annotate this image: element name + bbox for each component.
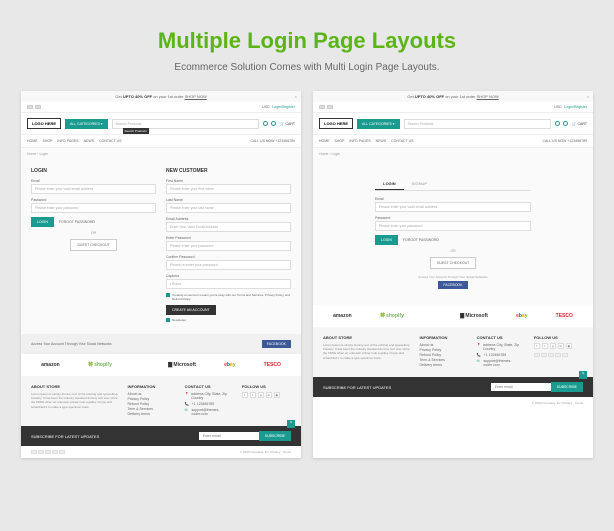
close-icon[interactable]: × (587, 94, 589, 99)
footer-link[interactable]: About us (420, 343, 469, 347)
twitter-icon[interactable]: t (250, 392, 256, 398)
breadcrumb: Home › Login (313, 148, 593, 160)
linkedin-icon[interactable]: in (558, 343, 564, 349)
categories-button[interactable]: ALL CATEGORIES ▾ (357, 119, 400, 129)
facebook-icon[interactable]: f (534, 343, 540, 349)
scroll-top-button[interactable]: ^ (287, 420, 295, 428)
linkedin-icon[interactable]: in (266, 392, 272, 398)
language-flags[interactable] (27, 105, 41, 109)
footer-link[interactable]: Refund Policy (128, 402, 177, 406)
footer-link[interactable]: Privacy Policy (128, 397, 177, 401)
forgot-link[interactable]: FORGOT PASSWORD (59, 220, 95, 224)
lastname-field[interactable]: Please enter your last name (166, 203, 291, 213)
cart-button[interactable]: 🛒 CART (572, 122, 587, 126)
email-field[interactable]: Please enter your valid email address (31, 184, 156, 194)
footer-link[interactable]: Privacy Policy (420, 348, 469, 352)
brand-logos: amazon 🍀shopify ▇ Microsoft ebay TESCO (313, 305, 593, 327)
compare-icon[interactable] (263, 121, 268, 126)
cart-button[interactable]: 🛒 CART (280, 122, 295, 126)
footer-link[interactable]: About us (128, 392, 177, 396)
subscribe-button[interactable]: SUBSCRIBE (259, 431, 291, 441)
breadcrumb: Home › Login (21, 148, 301, 160)
captcha-field[interactable]: I Robot (166, 279, 291, 289)
location-icon: 📍 (185, 392, 189, 400)
main-nav[interactable]: HOMESHOPINFO PAGESNEWSCONTACT US (319, 139, 414, 143)
footer-link[interactable]: Delivery terms (128, 412, 177, 416)
newsletter-checkbox[interactable] (166, 318, 170, 322)
page-subtitle: Ecommerce Solution Comes with Multi Logi… (20, 62, 594, 73)
password-field[interactable]: Please enter your password (31, 203, 156, 213)
phone-icon: 📞 (185, 402, 190, 406)
location-icon: 📍 (477, 343, 481, 351)
subscribe-input[interactable] (491, 383, 551, 391)
login-button[interactable]: LOGIN (375, 235, 398, 245)
categories-button[interactable]: ALL CATEGORIES ▾ (65, 119, 108, 129)
login-title: LOGIN (31, 168, 156, 174)
cpw-field[interactable]: Please re-enter your password (166, 260, 291, 270)
firstname-field[interactable]: Please enter your first name (166, 184, 291, 194)
phone-icon: 📞 (477, 353, 482, 357)
email-icon: ✉ (477, 359, 482, 367)
email-icon: ✉ (185, 408, 190, 416)
agree-checkbox[interactable] (166, 293, 170, 297)
promo-bar: Get UPTO 40% OFF on your 1st order SHOP … (313, 91, 593, 102)
login-button[interactable]: LOGIN (31, 217, 54, 227)
google-icon[interactable]: g (550, 343, 556, 349)
tab-login[interactable]: LOGIN (375, 178, 404, 190)
pw-signup-field[interactable]: Please enter your password (166, 241, 291, 251)
subscribe-title: SUBSCRIBE FOR LATEST UPDATES (323, 385, 391, 390)
search-input[interactable]: Search ProductsSearch Products (112, 119, 260, 129)
scroll-top-button[interactable]: ^ (579, 371, 587, 379)
social-text: Access Your Account Through Your Social … (31, 342, 112, 346)
wishlist-icon[interactable] (271, 121, 276, 126)
brand-logos: amazon 🍀shopify ▇ Microsoft ebay TESCO (21, 354, 301, 376)
subscribe-title: SUBSCRIBE FOR LATEST UPDATES (31, 434, 99, 439)
password-field[interactable]: Please enter your password (375, 221, 531, 231)
compare-icon[interactable] (555, 121, 560, 126)
instagram-icon[interactable]: ◉ (566, 343, 572, 349)
main-nav[interactable]: HOMESHOPINFO PAGESNEWSCONTACT US (27, 139, 122, 143)
guest-button[interactable]: GUEST CHECKOUT (70, 239, 117, 251)
language-flags[interactable] (319, 105, 333, 109)
signup-title: NEW CUSTOMER (166, 168, 291, 174)
logo[interactable]: LOGO HERE (27, 118, 61, 129)
layout-preview-1: Get UPTO 40% OFF on your 1st order SHOP … (21, 91, 301, 458)
guest-button[interactable]: GUEST CHECKOUT (430, 257, 477, 269)
tab-signup[interactable]: SIGNUP (404, 178, 435, 190)
login-register-link[interactable]: Login/Register (272, 105, 295, 109)
subscribe-input[interactable] (199, 432, 259, 440)
twitter-icon[interactable]: t (542, 343, 548, 349)
forgot-link[interactable]: FORGOT PASSWORD (403, 238, 439, 242)
page-title: Multiple Login Page Layouts (20, 28, 594, 54)
facebook-button[interactable]: FACEBOOK (438, 281, 467, 289)
email-field[interactable]: Please enter your valid email address (375, 202, 531, 212)
facebook-icon[interactable]: f (242, 392, 248, 398)
subscribe-button[interactable]: SUBSCRIBE (551, 382, 583, 392)
layout-preview-2: Get UPTO 40% OFF on your 1st order SHOP … (313, 91, 593, 458)
footer-link[interactable]: Delivery terms (420, 363, 469, 367)
promo-bar: Get UPTO 40% OFF on your 1st order SHOP … (21, 91, 301, 102)
footer-link[interactable]: Term & Services (128, 407, 177, 411)
search-tooltip: Search Products (123, 128, 149, 134)
logo[interactable]: LOGO HERE (319, 118, 353, 129)
google-icon[interactable]: g (258, 392, 264, 398)
footer-link[interactable]: Refund Policy (420, 353, 469, 357)
footer-link[interactable]: Term & Services (420, 358, 469, 362)
create-account-button[interactable]: CREATE AN ACCOUNT (166, 305, 216, 315)
close-icon[interactable]: × (295, 94, 297, 99)
facebook-button[interactable]: FACEBOOK (262, 340, 291, 348)
search-input[interactable]: Search Products (404, 119, 552, 129)
email-signup-field[interactable]: Enter Your Valid Email Address (166, 222, 291, 232)
instagram-icon[interactable]: ◉ (274, 392, 280, 398)
shop-now-link[interactable]: SHOP NOW (477, 94, 499, 99)
shop-now-link[interactable]: SHOP NOW (185, 94, 207, 99)
wishlist-icon[interactable] (563, 121, 568, 126)
login-register-link[interactable]: Login/Register (564, 105, 587, 109)
